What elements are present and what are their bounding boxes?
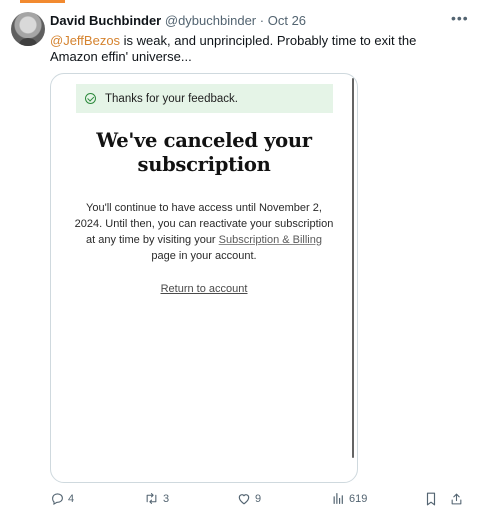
avatar[interactable] xyxy=(11,12,45,46)
bookmark-icon xyxy=(426,492,436,506)
share-button[interactable] xyxy=(450,492,463,506)
access-text: You'll continue to have access until Nov… xyxy=(73,200,335,264)
tweet-text: @JeffBezos is weak, and unprincipled. Pr… xyxy=(50,33,460,65)
repost-count: 3 xyxy=(163,492,170,505)
feedback-banner: Thanks for your feedback. xyxy=(76,84,333,113)
top-accent-bar xyxy=(20,0,65,3)
more-icon[interactable]: ••• xyxy=(451,10,469,26)
reply-count: 4 xyxy=(68,492,75,505)
repost-button[interactable]: 3 xyxy=(144,492,169,505)
tweet-header: David Buchbinder @dybuchbinder · Oct 26 xyxy=(50,13,306,29)
like-button[interactable]: 9 xyxy=(237,492,261,505)
tweet-date[interactable]: Oct 26 xyxy=(268,13,306,28)
views-count: 619 xyxy=(349,492,368,505)
mention-link[interactable]: @JeffBezos xyxy=(50,33,120,48)
views-icon xyxy=(333,493,343,504)
like-count: 9 xyxy=(255,492,262,505)
return-to-account-link[interactable]: Return to account xyxy=(51,283,357,295)
cancel-title: We've canceled your subscription xyxy=(51,129,357,177)
share-icon xyxy=(451,493,462,505)
header-separator: · xyxy=(259,13,265,28)
views-button[interactable]: 619 xyxy=(332,492,367,505)
repost-icon xyxy=(146,493,157,504)
media-card[interactable]: Thanks for your feedback. We've canceled… xyxy=(50,73,358,483)
author-name[interactable]: David Buchbinder xyxy=(50,13,161,28)
bookmark-button[interactable] xyxy=(425,492,437,506)
reply-icon xyxy=(52,493,63,505)
reply-button[interactable]: 4 xyxy=(51,492,74,505)
author-handle[interactable]: @dybuchbinder xyxy=(165,13,256,28)
cancel-title-line-1: We've canceled your xyxy=(96,129,312,152)
feedback-text: Thanks for your feedback. xyxy=(105,92,238,105)
access-text-end: page in your account. xyxy=(151,250,257,262)
check-circle-icon xyxy=(85,93,96,104)
action-bar: 4 3 9 619 xyxy=(0,492,478,510)
cancel-title-line-2: subscription xyxy=(137,153,271,176)
subscription-billing-link[interactable]: Subscription & Billing xyxy=(219,234,322,246)
like-icon xyxy=(238,494,250,505)
return-link-label[interactable]: Return to account xyxy=(161,283,248,295)
